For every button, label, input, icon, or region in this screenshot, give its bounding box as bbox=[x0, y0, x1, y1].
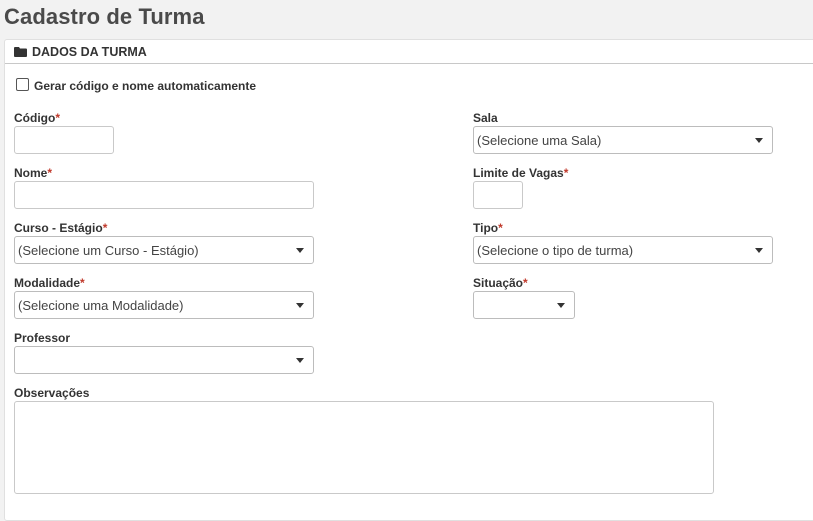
sala-select[interactable]: (Selecione uma Sala) bbox=[473, 126, 773, 154]
panel-title: DADOS DA TURMA bbox=[32, 45, 147, 59]
required-mark: * bbox=[563, 166, 569, 180]
professor-label: Professor bbox=[14, 331, 70, 345]
curso-select[interactable]: (Selecione um Curso - Estágio) bbox=[14, 236, 314, 264]
observacoes-label: Observações bbox=[14, 386, 89, 400]
panel-header: DADOS DA TURMA bbox=[5, 40, 813, 64]
chevron-down-icon bbox=[296, 248, 304, 253]
auto-generate-checkbox[interactable] bbox=[16, 78, 29, 91]
chevron-down-icon bbox=[755, 248, 763, 253]
modalidade-label: Modalidade* bbox=[14, 276, 85, 290]
auto-generate-label: Gerar código e nome automaticamente bbox=[34, 79, 257, 93]
chevron-down-icon bbox=[755, 138, 763, 143]
chevron-down-icon bbox=[296, 358, 304, 363]
nome-label: Nome* bbox=[14, 166, 52, 180]
codigo-label: Código* bbox=[14, 111, 60, 125]
limite-vagas-input[interactable] bbox=[473, 181, 523, 209]
form-panel: DADOS DA TURMA Gerar código e nome autom… bbox=[4, 39, 813, 521]
tipo-select-value: (Selecione o tipo de turma) bbox=[477, 243, 634, 258]
curso-label-text: Curso - Estágio bbox=[14, 221, 103, 235]
chevron-down-icon bbox=[296, 303, 304, 308]
page-title: Cadastro de Turma bbox=[4, 4, 205, 29]
sala-label-text: Sala bbox=[473, 111, 498, 125]
required-mark: * bbox=[498, 221, 503, 235]
observacoes-textarea[interactable] bbox=[14, 401, 714, 494]
chevron-down-icon bbox=[557, 303, 565, 308]
folder-icon bbox=[14, 47, 27, 57]
required-mark: * bbox=[80, 276, 85, 290]
codigo-label-text: Código bbox=[14, 111, 56, 125]
modalidade-select[interactable]: (Selecione uma Modalidade) bbox=[14, 291, 314, 319]
modalidade-label-text: Modalidade bbox=[14, 276, 81, 290]
tipo-label-text: Tipo bbox=[473, 221, 499, 235]
codigo-input[interactable] bbox=[14, 126, 114, 154]
curso-label: Curso - Estágio* bbox=[14, 221, 107, 235]
required-mark: * bbox=[102, 221, 108, 235]
nome-label-text: Nome bbox=[14, 166, 48, 180]
required-mark: * bbox=[55, 111, 60, 125]
required-mark: * bbox=[523, 276, 528, 290]
situacao-label: Situação* bbox=[473, 276, 528, 290]
required-mark: * bbox=[47, 166, 53, 180]
nome-input[interactable] bbox=[14, 181, 314, 209]
tipo-label: Tipo* bbox=[473, 221, 503, 235]
situacao-label-text: Situação bbox=[473, 276, 524, 290]
situacao-select[interactable] bbox=[473, 291, 575, 319]
sala-label: Sala bbox=[473, 111, 498, 125]
professor-select[interactable] bbox=[14, 346, 314, 374]
tipo-select[interactable]: (Selecione o tipo de turma) bbox=[473, 236, 773, 264]
observacoes-label-text: Observações bbox=[14, 386, 90, 400]
professor-label-text: Professor bbox=[14, 331, 71, 345]
curso-select-value: (Selecione um Curso - Estágio) bbox=[18, 243, 199, 258]
limite-vagas-label-text: Limite de Vagas bbox=[473, 166, 564, 180]
sala-select-value: (Selecione uma Sala) bbox=[477, 133, 602, 148]
modalidade-select-value: (Selecione uma Modalidade) bbox=[18, 298, 184, 313]
limite-vagas-label: Limite de Vagas* bbox=[473, 166, 568, 180]
